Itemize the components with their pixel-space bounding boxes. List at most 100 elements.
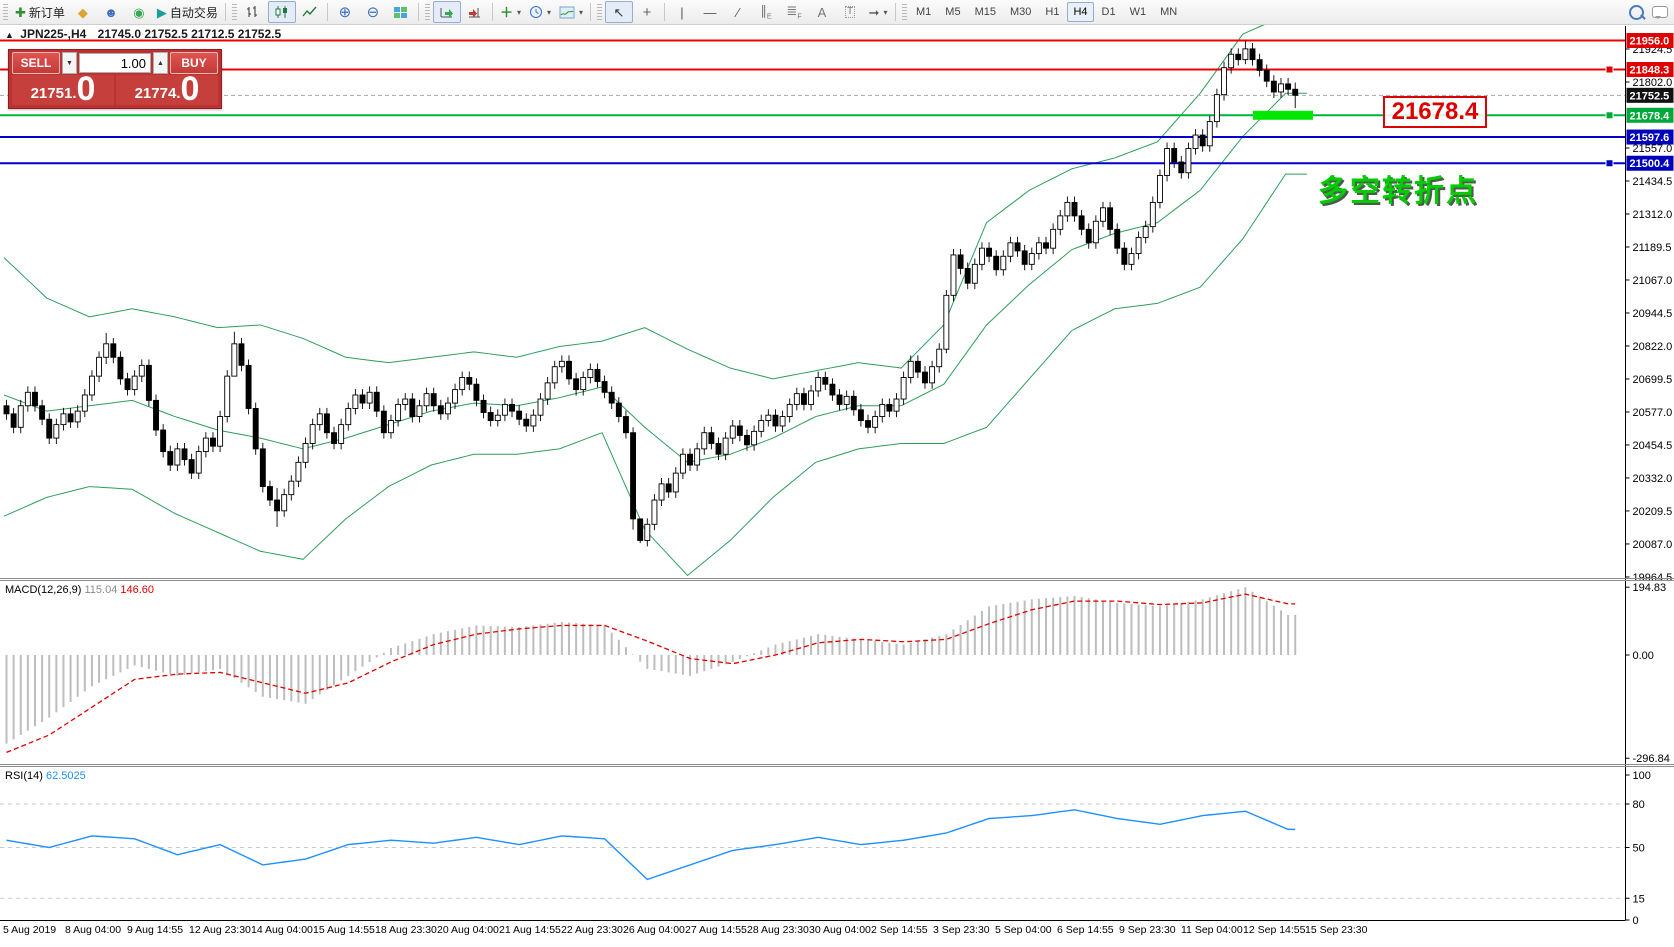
timeframe-w1-button[interactable]: W1: [1124, 2, 1153, 22]
data-window-icon: ☻: [104, 4, 118, 20]
candle-down: [274, 499, 281, 512]
text-label-button[interactable]: T: [836, 1, 864, 23]
periods-icon: [529, 6, 542, 18]
line-chart-button[interactable]: [296, 1, 324, 23]
buy-price-display[interactable]: 21774. 0: [116, 72, 218, 106]
autotrade-button[interactable]: ▶ 自动交易: [153, 1, 222, 23]
equidistant-channel-icon: ∥E: [760, 2, 772, 21]
dropdown-caret-icon: ▾: [883, 7, 888, 17]
toolbar-drag-handle[interactable]: [3, 4, 8, 20]
rsi-value: 62.5025: [45, 770, 86, 782]
candle-up: [530, 414, 537, 427]
candle-up: [722, 437, 729, 455]
arrows-button[interactable]: ➞ ▾: [864, 1, 892, 23]
toolbar-drag-handle[interactable]: [902, 4, 907, 20]
dropdown-caret-icon: ▾: [546, 7, 551, 17]
auto-scroll-button[interactable]: [432, 1, 461, 23]
candle-down: [160, 429, 167, 453]
toolbar-drag-handle[interactable]: [597, 4, 602, 20]
candle-down: [601, 381, 608, 393]
equidistant-channel-button[interactable]: ∥E: [752, 1, 780, 23]
periods-button[interactable]: ▾: [525, 1, 555, 23]
timeframe-m15-button[interactable]: M15: [969, 2, 1002, 22]
fibonacci-button[interactable]: ≣F: [780, 1, 808, 23]
chinese-annotation-text[interactable]: 多空转折点: [1318, 166, 1478, 210]
candle-up: [352, 394, 359, 409]
timeframe-m30-button[interactable]: M30: [1004, 2, 1037, 22]
chart-canvas[interactable]: 21924.521802.021557.021434.521312.021189…: [0, 0, 1674, 947]
green-highlight-segment[interactable]: [1253, 110, 1313, 120]
timeframe-h1-button[interactable]: H1: [1039, 2, 1065, 22]
text-button[interactable]: A: [808, 1, 836, 23]
rsi-pane[interactable]: [0, 803, 1626, 899]
level-marker-21500.4[interactable]: [1605, 159, 1614, 168]
volume-up-button[interactable]: ▲: [153, 52, 168, 75]
candle-down: [509, 403, 515, 412]
toolbar-drag-handle[interactable]: [231, 4, 237, 20]
cursor-button[interactable]: ↖: [605, 1, 633, 23]
candle-down: [914, 360, 921, 373]
add-indicator-icon: ＋: [499, 4, 513, 20]
tile-windows-button[interactable]: [387, 1, 415, 23]
toolbar-separator: [224, 3, 226, 21]
level-marker-21678.4[interactable]: [1605, 111, 1614, 120]
candle-up: [1192, 134, 1199, 149]
candle-up: [1213, 94, 1220, 123]
text-label-icon: T: [844, 6, 856, 18]
candle-down: [245, 364, 252, 409]
level-marker-21848.3[interactable]: [1605, 65, 1614, 74]
crosshair-button[interactable]: +: [633, 1, 661, 23]
timeframe-m5-button[interactable]: M5: [939, 2, 966, 22]
zoom-out-button[interactable]: ⊖: [359, 1, 387, 23]
bar-chart-icon: [247, 6, 258, 17]
candle-up: [893, 398, 900, 412]
price-tick-label: 21557.0: [1633, 143, 1673, 155]
timeframe-h4-button[interactable]: H4: [1067, 2, 1094, 22]
data-window-button[interactable]: ☻: [97, 1, 125, 23]
price-chip-label: 21956.0: [1630, 36, 1670, 48]
main-price-pane[interactable]: [0, 14, 1626, 577]
chart-shift-button[interactable]: [461, 1, 489, 23]
styler-button[interactable]: ◆: [69, 1, 97, 23]
price-chip-label: 21752.5: [1630, 90, 1670, 102]
search-icon[interactable]: [1629, 4, 1644, 20]
toolbar-drag-handle[interactable]: [424, 4, 430, 20]
sell-button[interactable]: SELL: [12, 52, 60, 75]
macd-name: MACD(12,26,9): [5, 584, 82, 596]
candle-up: [758, 420, 765, 432]
add-indicator-button[interactable]: ＋ ▾: [496, 1, 525, 23]
candle-up: [551, 366, 558, 384]
timeframe-m1-button[interactable]: M1: [910, 2, 937, 22]
candle-up: [1007, 242, 1014, 257]
candle-up: [309, 424, 316, 444]
horizontal-line-button[interactable]: —: [696, 1, 724, 23]
toolbar-separator: [326, 3, 328, 21]
candle-up: [950, 254, 957, 296]
candle-up: [1228, 53, 1235, 69]
symbol-period-label: JPN225-,H4: [20, 27, 87, 41]
price-tick-label: 20332.0: [1633, 473, 1673, 485]
timeframe-d1-button[interactable]: D1: [1096, 2, 1122, 22]
news-button[interactable]: ◉: [125, 1, 153, 23]
vertical-line-button[interactable]: |: [668, 1, 696, 23]
sell-price-display[interactable]: 21751. 0: [12, 72, 114, 106]
timeframe-mn-button[interactable]: MN: [1154, 2, 1183, 22]
volume-down-button[interactable]: ▼: [62, 52, 77, 75]
candle-down: [1235, 53, 1242, 61]
new-order-button[interactable]: ✚ 新订单: [11, 1, 69, 23]
bar-chart-button[interactable]: [240, 1, 268, 23]
candle-up: [96, 356, 103, 377]
panel-collapse-arrow-icon[interactable]: ▲: [5, 30, 14, 40]
candlestick-chart-button[interactable]: [267, 1, 296, 23]
trendline-button[interactable]: ∕: [724, 1, 752, 23]
templates-button[interactable]: ▾: [555, 1, 587, 23]
price-tick-label: 21312.0: [1633, 209, 1673, 221]
chat-icon[interactable]: [1652, 6, 1668, 19]
candle-down: [687, 453, 693, 466]
macd-pane[interactable]: [5, 587, 1297, 753]
sell-price-main: 21751: [30, 85, 73, 102]
price-annotation-box[interactable]: 21678.4: [1383, 96, 1487, 128]
candle-down: [1178, 161, 1185, 174]
macd-signal-value: 146.60: [120, 584, 155, 596]
zoom-in-button[interactable]: ⊕: [331, 1, 359, 23]
